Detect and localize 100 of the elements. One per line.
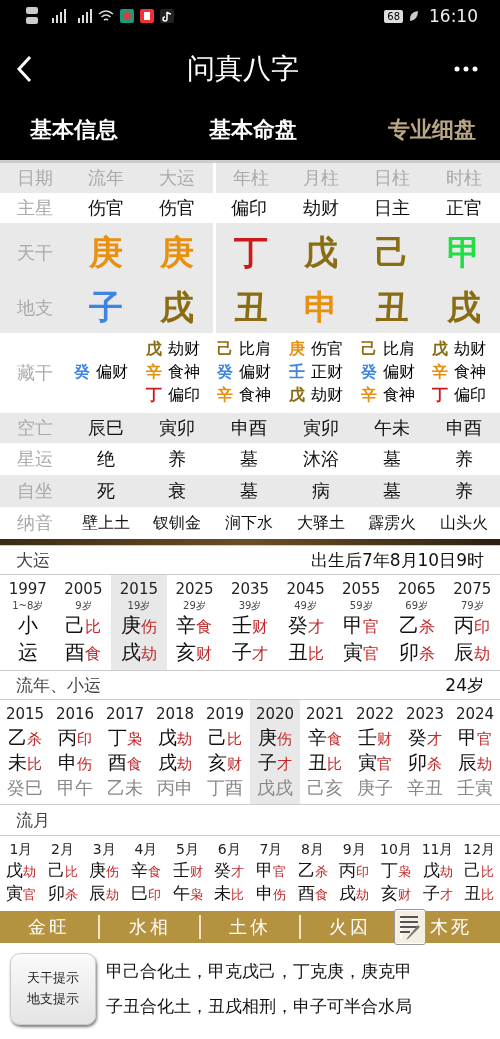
table-cell: 墓	[383, 447, 402, 471]
tab[interactable]: 基本命盘	[209, 115, 297, 145]
hidden-stem: 癸	[74, 361, 90, 383]
app-icon	[120, 9, 134, 23]
branch-entry: 寅官	[5, 881, 36, 905]
hidden-stem: 壬	[289, 361, 305, 383]
year-label: 2035	[230, 579, 270, 600]
table-cell: 辰巳	[87, 416, 124, 440]
branch-entry: 卯杀	[398, 639, 435, 667]
season-label: 土休	[198, 914, 300, 939]
branch-entry: 亥财	[208, 750, 242, 776]
year-column[interactable]: 2017 丁枭 酉食 乙未	[100, 700, 150, 805]
table-cell: 壁上土	[81, 512, 130, 534]
luck-column[interactable]: 2025 29岁 辛食 亥财	[166, 575, 223, 671]
minor-luck-label: 乙未	[107, 775, 143, 800]
month-label: 12月	[463, 840, 496, 859]
year-column[interactable]: 2022 壬财 寅官 庚子	[350, 700, 400, 805]
stem-character: 戊	[303, 231, 338, 274]
hidden-stem: 庚	[289, 338, 305, 360]
luck-column[interactable]: 2055 59岁 甲官 寅官	[333, 575, 389, 671]
row-label: 主星	[17, 196, 53, 220]
age-label: 39岁	[238, 599, 262, 613]
age-label: 69岁	[405, 599, 429, 613]
luck-column[interactable]: 2065 69岁 乙杀 卯杀	[388, 575, 445, 671]
stem-entry: 戊劫	[158, 724, 192, 750]
month-label: 1月	[9, 840, 33, 859]
tab[interactable]: 专业细盘	[388, 115, 476, 145]
minor-luck-label: 辛丑	[407, 775, 443, 800]
branch-entry: 戌劫	[120, 639, 157, 667]
ten-god: 食神	[382, 384, 415, 406]
age-label: 49岁	[294, 599, 317, 613]
hidden-stem: 己	[360, 338, 377, 360]
table-cell: 正官	[446, 196, 483, 220]
column-header: 月柱	[302, 166, 339, 190]
table-cell: 绝	[96, 447, 115, 471]
stem-entry: 癸才	[408, 724, 442, 750]
year-column[interactable]: 2020 庚伤 子才 戊戌	[250, 700, 300, 805]
year-column[interactable]: 2024 甲官 辰劫 壬寅	[450, 700, 500, 805]
year-label: 2023	[405, 704, 445, 725]
branch-character: 戌	[160, 286, 195, 329]
column-header: 年柱	[232, 166, 269, 190]
stem-entry: 乙杀	[8, 724, 42, 750]
season-label: 金旺	[27, 914, 72, 939]
luck-column[interactable]: 1997 1~8岁 小 运	[0, 575, 56, 671]
branch-entry: 辰劫	[454, 639, 491, 667]
branch-entry: 丑比	[308, 750, 342, 776]
table-cell: 死	[96, 479, 115, 503]
edit-note-button[interactable]	[394, 908, 426, 945]
year-column[interactable]: 2019 己比 亥财 丁酉	[200, 700, 250, 805]
season-label: 水相	[98, 914, 199, 939]
age-label: 24岁	[445, 673, 484, 697]
ten-god: 比肩	[382, 338, 415, 360]
branch-entry: 酉食	[108, 750, 142, 776]
tab[interactable]: 基本信息	[30, 115, 118, 145]
year-column[interactable]: 2015 乙杀 未比 癸巳	[0, 700, 50, 805]
column-header: 日柱	[374, 166, 411, 190]
stem-entry: 甲 官	[255, 858, 286, 882]
table-cell: 寅卯	[159, 416, 196, 440]
music-note-icon	[160, 9, 174, 23]
luck-column[interactable]: 2035 39岁 壬财 子才	[222, 575, 278, 671]
row-label: 天干	[17, 241, 53, 265]
year-column[interactable]: 2016 丙印 申伤 甲午	[50, 700, 100, 805]
table-cell: 大驿土	[296, 512, 345, 534]
age-label: 19岁	[127, 599, 151, 613]
branch-entry: 午枭	[172, 881, 203, 905]
more-icon[interactable]	[454, 66, 478, 72]
minor-luck-label: 庚子	[357, 775, 393, 800]
branch-entry: 亥财	[176, 639, 213, 667]
back-icon[interactable]	[16, 55, 32, 83]
year-column[interactable]: 2018 戊劫 戌劫 丙申	[150, 700, 200, 805]
hidden-stem: 戊	[145, 338, 162, 360]
branch-entry: 卯杀	[47, 881, 78, 905]
table-cell: 午未	[374, 416, 411, 440]
hint-button[interactable]: 天干提示 地支提示	[10, 952, 96, 1025]
year-label: 2025	[175, 579, 214, 600]
stem-entry: 己比	[208, 724, 242, 750]
ten-god: 偏印	[454, 384, 487, 406]
month-label: 9月	[342, 840, 366, 859]
section-title: 大运	[16, 548, 50, 572]
luck-column[interactable]: 2045 49岁 癸才 丑比	[277, 575, 334, 671]
month-label: 4月	[134, 840, 158, 859]
table-cell: 沐浴	[302, 447, 339, 471]
stem-entry: 丙印	[454, 612, 491, 640]
ten-god: 偏财	[382, 361, 415, 383]
branch-entry: 运	[17, 639, 38, 667]
luck-column[interactable]: 2075 79岁 丙印 辰劫	[444, 575, 500, 671]
stem-entry: 辛食	[176, 612, 213, 640]
row-label: 空亡	[17, 416, 53, 440]
table-cell: 申酉	[231, 416, 268, 440]
year-column[interactable]: 2023 癸才 卯杀 辛丑	[400, 700, 450, 805]
table-cell: 劫财	[302, 196, 339, 220]
luck-column[interactable]: 2005 9岁 己比 酉食	[55, 575, 112, 671]
branch-entry: 丑比	[287, 639, 324, 667]
year-column[interactable]: 2021 辛食 丑比 己亥	[300, 700, 350, 805]
table-cell: 墓	[240, 479, 259, 503]
table-cell: 伤官	[159, 196, 196, 220]
stem-entry: 己比	[65, 612, 102, 640]
branch-entry: 卯杀	[408, 750, 442, 776]
luck-column[interactable]: 2015 19岁 庚伤 戌劫	[111, 575, 167, 671]
ten-god: 劫财	[454, 338, 487, 360]
